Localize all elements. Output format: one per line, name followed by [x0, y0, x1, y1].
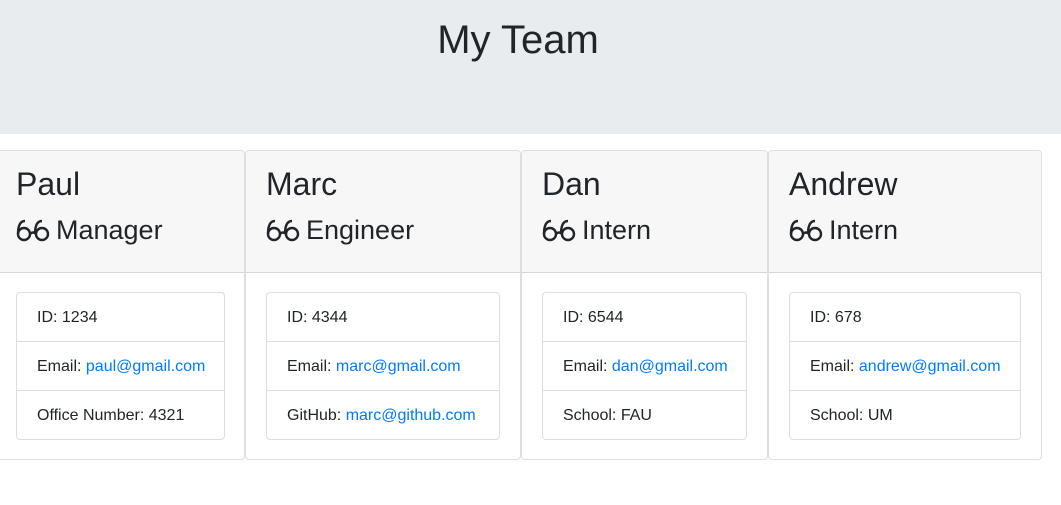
github-link[interactable]: marc@github.com [346, 407, 476, 424]
github-item: GitHub: marc@github.com [267, 391, 499, 440]
github-label: GitHub: [287, 407, 346, 424]
employee-role: Manager [16, 213, 163, 247]
email-label: Email: [563, 358, 612, 375]
employee-role: Intern [789, 213, 898, 247]
employee-name: Marc [266, 166, 338, 202]
card-header: Marc Engineer [246, 151, 520, 273]
email-link[interactable]: marc@gmail.com [336, 358, 461, 375]
employee-role: Engineer [266, 213, 414, 247]
employee-name: Dan [542, 166, 601, 202]
role-label: Engineer [306, 215, 415, 245]
glasses-icon [266, 219, 300, 242]
page-header: My Team [0, 0, 1061, 134]
employee-card-paul: Paul Manager ID: 1234 Email: paul@gmail.… [0, 150, 245, 460]
glasses-icon [542, 219, 576, 242]
role-label: Manager [56, 215, 163, 245]
office-number-item: Office Number: 4321 [37, 407, 185, 424]
employee-name: Paul [16, 166, 81, 202]
school-item: School: UM [810, 407, 893, 424]
role-label: Intern [582, 215, 652, 245]
glasses-icon [789, 219, 823, 242]
info-list: ID: 678 Email: andrew@gmail.com School: … [789, 292, 1021, 440]
email-link[interactable]: paul@gmail.com [86, 358, 205, 375]
email-label: Email: [37, 358, 86, 375]
email-item: Email: andrew@gmail.com [790, 342, 1020, 391]
card-header: Dan Intern [522, 151, 767, 273]
employee-name: Andrew [789, 166, 898, 202]
employee-card-andrew: Andrew Intern ID: 678 Email: andrew@gmai… [768, 150, 1042, 460]
card-header: Paul Manager [0, 151, 244, 273]
info-list: ID: 6544 Email: dan@gmail.com School: FA… [542, 292, 747, 440]
id-item: ID: 4344 [267, 293, 499, 342]
id-item: ID: 678 [790, 293, 1020, 342]
email-item: Email: paul@gmail.com [17, 342, 224, 391]
card-header: Andrew Intern [769, 151, 1041, 273]
id-item: ID: 6544 [543, 293, 746, 342]
employee-role: Intern [542, 213, 651, 247]
info-list: ID: 1234 Email: paul@gmail.com Office Nu… [16, 292, 225, 440]
role-label: Intern [829, 215, 899, 245]
email-item: Email: marc@gmail.com [267, 342, 499, 391]
email-label: Email: [287, 358, 336, 375]
info-list: ID: 4344 Email: marc@gmail.com GitHub: m… [266, 292, 500, 440]
email-link[interactable]: dan@gmail.com [612, 358, 728, 375]
email-link[interactable]: andrew@gmail.com [859, 358, 1001, 375]
employee-card-dan: Dan Intern ID: 6544 Email: dan@gmail.com… [521, 150, 768, 460]
id-item: ID: 1234 [17, 293, 224, 342]
employee-card-marc: Marc Engineer ID: 4344 Email: marc@gmail… [245, 150, 521, 460]
email-label: Email: [810, 358, 859, 375]
email-item: Email: dan@gmail.com [543, 342, 746, 391]
glasses-icon [16, 219, 50, 242]
page-title: My Team [437, 18, 599, 62]
school-item: School: FAU [563, 407, 652, 424]
